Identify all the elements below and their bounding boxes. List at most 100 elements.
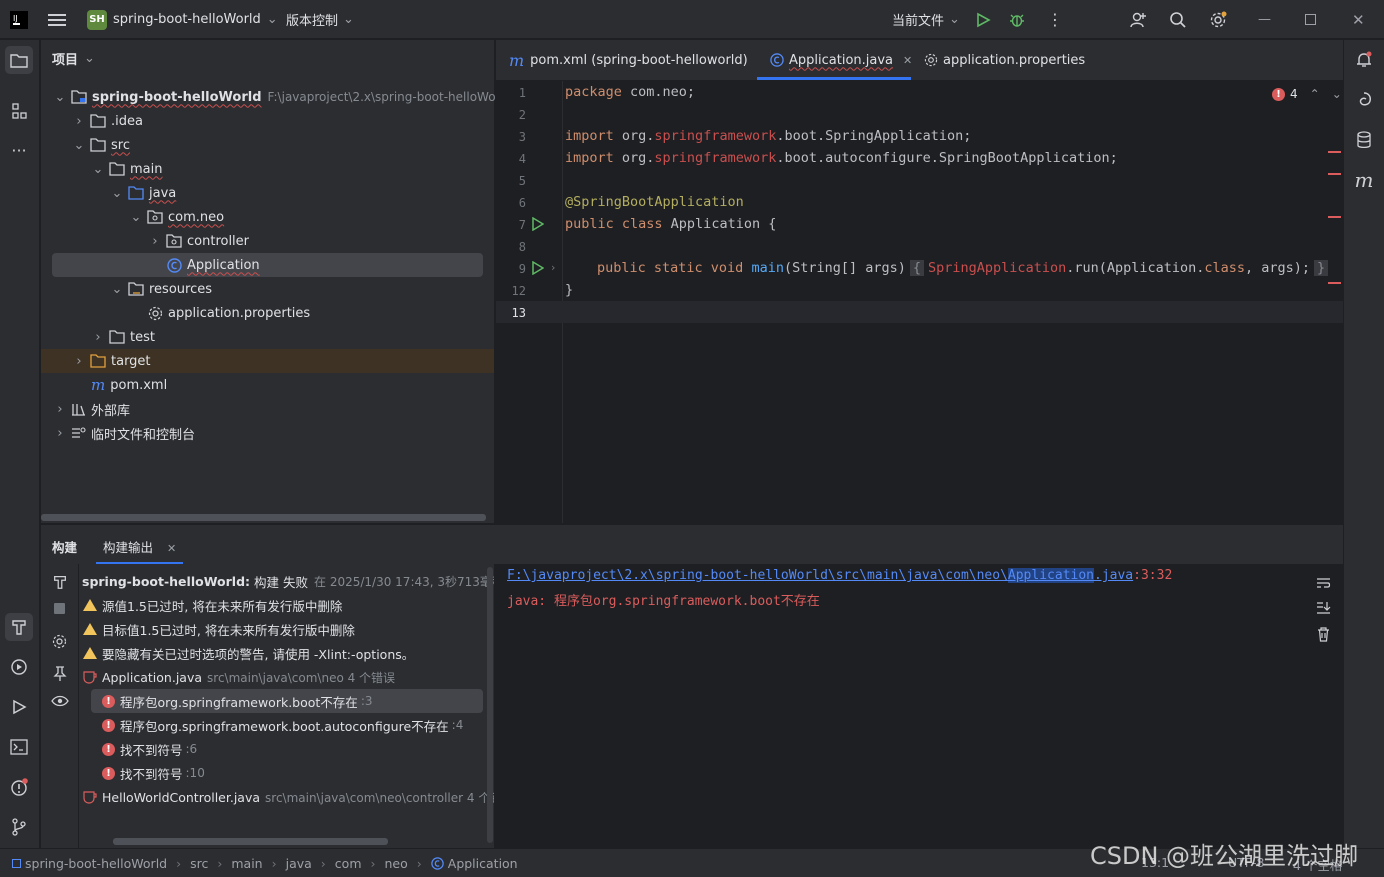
- scroll-to-end-icon[interactable]: [1316, 601, 1331, 615]
- error-location: :10: [185, 766, 205, 780]
- code-editor[interactable]: 1 2 3 4 5 6 7 8 9 12 13 › package com.ne…: [496, 81, 1343, 523]
- close-tab-icon[interactable]: ✕: [167, 542, 176, 555]
- error-stripe-mark[interactable]: [1328, 216, 1341, 218]
- fold-chevron-icon[interactable]: ›: [551, 261, 555, 274]
- tab-application-properties[interactable]: application.properties: [924, 40, 1085, 80]
- breadcrumb-item[interactable]: com: [335, 856, 362, 871]
- chevron-up-icon[interactable]: ⌃: [1310, 87, 1320, 101]
- output-error-link[interactable]: F:\javaproject\2.x\spring-boot-helloWorl…: [507, 568, 1172, 583]
- settings-gear-icon[interactable]: [1209, 0, 1227, 39]
- error-row[interactable]: ! 程序包org.springframework.boot.autoconfig…: [102, 713, 463, 737]
- more-tools-icon[interactable]: ···: [5, 136, 33, 164]
- error-stripe-mark[interactable]: [1328, 151, 1341, 153]
- error-file-row[interactable]: Application.java src\main\java\com\neo 4…: [83, 665, 395, 689]
- breadcrumb-item[interactable]: java: [286, 856, 312, 871]
- build-root-row[interactable]: spring-boot-helloWorld: 构建 失败 在 2025/1/3…: [82, 569, 494, 593]
- tab-application-java[interactable]: Application.java ✕: [770, 40, 912, 80]
- maven-icon[interactable]: m: [1350, 166, 1378, 194]
- tree-item-idea[interactable]: › .idea: [72, 109, 143, 133]
- tree-item-resources[interactable]: ⌄ resources: [110, 277, 212, 301]
- folder-icon: [90, 114, 106, 128]
- close-window-icon[interactable]: ✕: [1352, 0, 1365, 39]
- soft-wrap-icon[interactable]: [1316, 577, 1331, 590]
- error-row[interactable]: ! 找不到符号 :10: [102, 761, 205, 785]
- build-hammer-icon[interactable]: [5, 613, 33, 641]
- build-tree-horizontal-scrollbar[interactable]: [113, 838, 388, 845]
- breadcrumb-item[interactable]: spring-boot-helloWorld: [25, 856, 167, 871]
- folded-brace[interactable]: {: [909, 260, 925, 276]
- tree-item-project-root[interactable]: ⌄ spring-boot-helloWorld F:\javaproject\…: [53, 85, 512, 109]
- search-icon[interactable]: [1169, 0, 1187, 39]
- project-pane-horizontal-scrollbar[interactable]: [41, 514, 486, 521]
- tree-item-controller[interactable]: › controller: [148, 229, 249, 253]
- error-icon: !: [102, 718, 115, 732]
- inspection-widget[interactable]: ! 4 ⌃ ⌄: [1272, 87, 1342, 101]
- database-icon[interactable]: [1350, 126, 1378, 154]
- project-pane-title[interactable]: 项目 ⌄: [52, 49, 95, 68]
- tree-item-scratches[interactable]: › 临时文件和控制台: [53, 421, 195, 445]
- problems-icon[interactable]: [5, 773, 33, 801]
- maximize-window-icon[interactable]: [1305, 0, 1316, 39]
- tree-item-src[interactable]: ⌄ src: [72, 133, 130, 157]
- close-tab-icon[interactable]: ✕: [903, 54, 912, 67]
- chevron-down-icon: ⌄: [54, 89, 66, 105]
- chevron-down-icon[interactable]: ⌄: [1332, 87, 1342, 101]
- tree-item-pom[interactable]: m pom.xml: [91, 373, 167, 397]
- vcs-menu[interactable]: 版本控制 ⌄: [286, 0, 354, 39]
- git-branch-icon[interactable]: [5, 813, 33, 841]
- run-gutter-icon[interactable]: [532, 261, 544, 275]
- error-stripe-mark[interactable]: [1328, 173, 1341, 175]
- pin-icon[interactable]: [53, 666, 67, 682]
- tree-item-application-properties[interactable]: application.properties: [148, 301, 310, 325]
- eye-icon[interactable]: [51, 695, 69, 707]
- folded-brace[interactable]: }: [1314, 260, 1329, 276]
- services-icon[interactable]: [5, 653, 33, 681]
- breadcrumb-item[interactable]: src: [190, 856, 208, 871]
- tree-item-target[interactable]: › target: [72, 349, 150, 373]
- breadcrumb-item[interactable]: Application: [448, 856, 518, 871]
- tab-build-output[interactable]: 构建输出 ✕: [103, 537, 176, 556]
- project-switcher[interactable]: SH spring-boot-helloWorld ⌄: [87, 0, 278, 39]
- stop-icon[interactable]: [54, 603, 65, 614]
- tree-item-main[interactable]: ⌄ main: [91, 157, 163, 181]
- build-tree-vertical-scrollbar[interactable]: [487, 567, 493, 843]
- project-tool-folder-icon[interactable]: [5, 46, 33, 74]
- error-file-row[interactable]: HelloWorldController.java src\main\java\…: [83, 785, 494, 809]
- tree-item-java[interactable]: ⌄ java: [110, 181, 177, 205]
- terminal-icon[interactable]: [5, 733, 33, 761]
- debug-button[interactable]: [1009, 0, 1025, 39]
- build-panel-title[interactable]: 构建: [52, 537, 77, 556]
- chevron-down-icon: ⌄: [343, 12, 354, 27]
- code-line-6: @SpringBootApplication: [565, 194, 744, 210]
- tree-item-application[interactable]: Application: [167, 253, 260, 277]
- minimize-window-icon[interactable]: —: [1258, 0, 1271, 39]
- ai-assistant-icon[interactable]: [1350, 86, 1378, 114]
- structure-icon[interactable]: [5, 97, 33, 125]
- run-tool-icon[interactable]: [5, 693, 33, 721]
- main-menu-icon[interactable]: [48, 0, 66, 39]
- tree-item-com-neo[interactable]: ⌄ com.neo: [129, 205, 225, 229]
- add-user-icon[interactable]: [1129, 0, 1147, 39]
- settings-gear-icon[interactable]: [52, 634, 67, 649]
- tree-item-test[interactable]: › test: [91, 325, 155, 349]
- breadcrumb-item[interactable]: main: [231, 856, 262, 871]
- notifications-bell-icon[interactable]: [1350, 46, 1378, 74]
- tree-item-external-libraries[interactable]: › 外部库: [53, 397, 130, 421]
- tab-pom-xml[interactable]: m pom.xml (spring-boot-helloworld): [509, 40, 748, 80]
- run-config-selector[interactable]: 当前文件 ⌄: [892, 0, 960, 39]
- error-row[interactable]: ! 程序包org.springframework.boot不存在 :3: [102, 689, 373, 713]
- error-stripe-mark[interactable]: [1328, 282, 1341, 284]
- code-token: import: [565, 150, 614, 166]
- error-row[interactable]: ! 找不到符号 :6: [102, 737, 197, 761]
- warning-row[interactable]: 目标值1.5已过时, 将在未来所有发行版中删除: [83, 617, 355, 641]
- warning-row[interactable]: 源值1.5已过时, 将在未来所有发行版中删除: [83, 593, 342, 617]
- more-actions-icon[interactable]: ⋮: [1047, 0, 1063, 39]
- build-hammer-icon[interactable]: [52, 574, 68, 590]
- run-button[interactable]: [975, 0, 991, 39]
- trash-icon[interactable]: [1317, 627, 1330, 642]
- build-output-console[interactable]: F:\javaproject\2.x\spring-boot-helloWorl…: [496, 564, 1304, 848]
- run-gutter-icon[interactable]: [532, 217, 544, 231]
- warning-row[interactable]: 要隐藏有关已过时选项的警告, 请使用 -Xlint:-options。: [83, 641, 414, 665]
- breadcrumb-item[interactable]: neo: [385, 856, 408, 871]
- app-logo-icon[interactable]: IJ: [10, 0, 28, 39]
